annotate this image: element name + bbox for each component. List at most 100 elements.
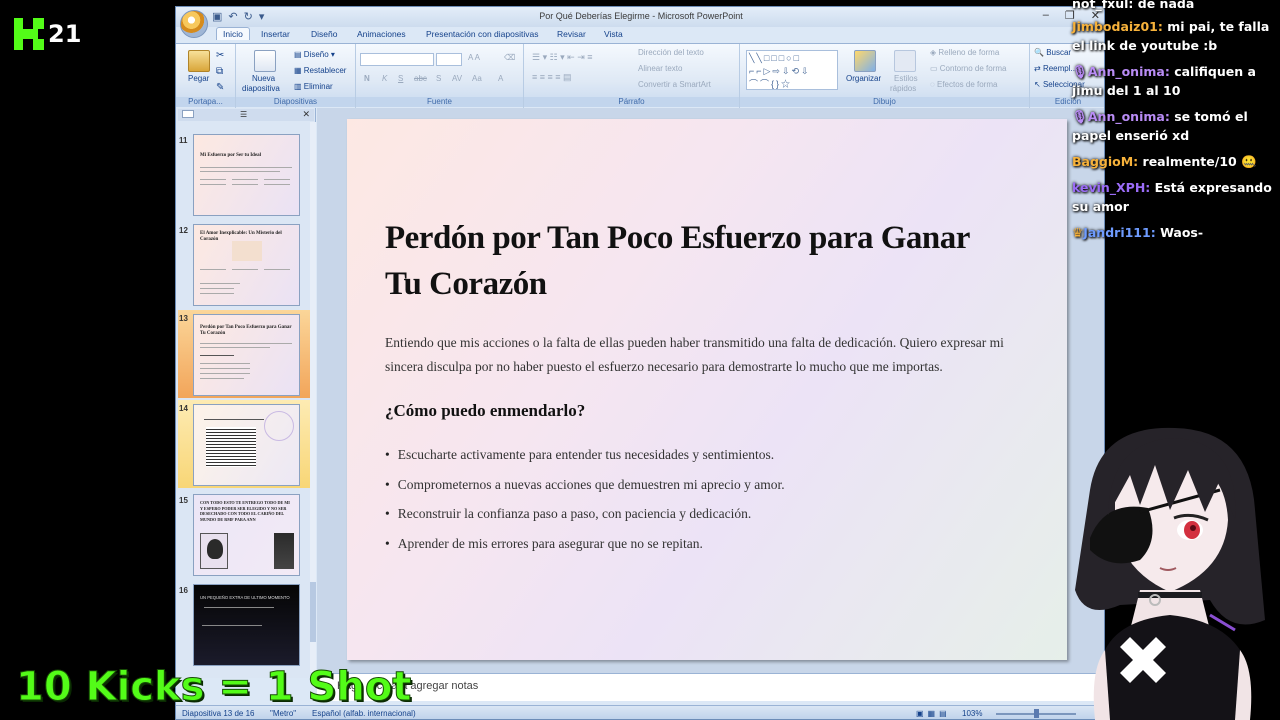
thumb-number: 13 <box>179 314 188 323</box>
quick-styles-label: rápidos <box>890 84 917 93</box>
pane-tabs: ☰ ✕ <box>178 109 314 121</box>
chat-text: realmente/10 🤐 <box>1142 154 1257 169</box>
pane-scrollbar-thumb[interactable] <box>310 582 316 642</box>
current-slide[interactable]: Perdón por Tan Poco Esfuerzo para Ganar … <box>347 119 1067 660</box>
slide-thumbnail[interactable]: El Amor Inexplicable: Un Misterio del Co… <box>193 224 300 306</box>
new-slide-label[interactable]: diapositiva <box>242 84 280 93</box>
new-slide-icon[interactable] <box>254 50 276 72</box>
find-button[interactable]: 🔍 Buscar <box>1034 48 1071 57</box>
bullets-icon[interactable]: ☰ ▾ ☷ ▾ ⇤ ⇥ ≡ <box>532 52 593 63</box>
slide-body[interactable]: Entiendo que mis acciones o la falta de … <box>385 331 1025 379</box>
shape-effects-button[interactable]: ◌ Efectos de forma <box>930 80 997 89</box>
arrange-icon[interactable] <box>854 50 876 72</box>
kicks-overlay-text: 10 Kicks = 1 Shot <box>15 664 412 711</box>
zoom-level[interactable]: 103% <box>962 709 982 718</box>
slide-subtitle[interactable]: ¿Cómo puedo enmendarlo? <box>385 401 585 421</box>
align-icons[interactable]: ≡ ≡ ≡ ≡ ▤ <box>532 72 572 83</box>
quick-styles-button[interactable]: Estilos <box>894 74 918 83</box>
thumb-photo <box>200 533 228 569</box>
view-buttons[interactable]: ▣▦▤ <box>916 709 951 718</box>
delete-button[interactable]: ▥ Eliminar <box>294 82 333 91</box>
new-slide-button[interactable]: Nueva <box>252 74 275 83</box>
minimize-icon[interactable]: – <box>1043 9 1049 22</box>
language-status[interactable]: Español (alfab. internacional) <box>312 709 416 718</box>
tab-presentacion[interactable]: Presentación con diapositivas <box>426 29 538 39</box>
tab-insertar[interactable]: Insertar <box>261 29 290 39</box>
slide-bullet-list[interactable]: Escucharte activamente para entender tus… <box>385 447 785 565</box>
tab-revisar[interactable]: Revisar <box>557 29 586 39</box>
slide-thumbnail[interactable]: UN PEQUEÑO EXTRA DE ULTIMO MOMENTO <box>193 584 300 666</box>
thumb-title: Perdón por Tan Poco Esfuerzo para Ganar … <box>200 325 292 336</box>
chat-text: de nada <box>1137 0 1195 11</box>
thumb-number: 15 <box>179 496 188 505</box>
strike-button[interactable]: abc <box>414 74 427 83</box>
shape-outline-button[interactable]: ▭ Contorno de forma <box>930 64 1006 73</box>
paste-icon[interactable] <box>188 50 210 72</box>
grow-font-icon[interactable]: A A <box>468 53 480 62</box>
group-label-diapositivas: Diapositivas <box>236 97 355 107</box>
bold-button[interactable]: N <box>364 74 370 83</box>
reset-button[interactable]: ▦ Restablecer <box>294 66 346 75</box>
chat-username: Ann_onima: <box>1087 64 1170 79</box>
pane-scrollbar[interactable] <box>310 122 316 672</box>
shape-fill-button[interactable]: ◈ Relleno de forma <box>930 48 999 57</box>
tab-inicio[interactable]: Inicio <box>216 27 250 40</box>
format-painter-icon[interactable]: ✎ <box>216 82 224 93</box>
pane-close-icon[interactable]: ✕ <box>302 109 310 120</box>
chat-message: ♛Jandri111: Waos- <box>1072 223 1278 242</box>
mic-icon: 🎙 <box>1072 64 1088 79</box>
quick-styles-icon[interactable] <box>894 50 916 72</box>
group-label-portapapeles: Portapa... <box>176 97 235 107</box>
shape-outline-label: Contorno de forma <box>939 64 1007 73</box>
layout-button[interactable]: ▤ Diseño ▾ <box>294 50 335 59</box>
group-fuente: A A ⌫ N K S abc S AV Aa A Fuente <box>356 44 524 108</box>
reset-label: Restablecer <box>303 66 347 75</box>
clear-format-icon[interactable]: ⌫ <box>504 53 515 62</box>
find-label: Buscar <box>1046 48 1072 57</box>
italic-button[interactable]: K <box>382 74 387 83</box>
slide-thumbnail[interactable] <box>193 404 300 486</box>
tab-animaciones[interactable]: Animaciones <box>357 29 406 39</box>
slide-thumbnail-selected[interactable]: Perdón por Tan Poco Esfuerzo para Ganar … <box>193 314 300 396</box>
case-button[interactable]: Aa <box>472 74 482 83</box>
theme-name: "Metro" <box>270 709 297 718</box>
office-button[interactable] <box>180 10 208 38</box>
replace-button[interactable]: ⇄ Reempl... <box>1034 64 1077 73</box>
slides-tab-icon[interactable] <box>182 110 194 118</box>
shapes-gallery[interactable]: ╲╲□□□○□ ⌐⌐▷⇨⇩⟲⇩ ⌒⌒{}☆ <box>746 50 838 90</box>
spacing-button[interactable]: AV <box>452 74 462 83</box>
font-color-button[interactable]: A <box>498 74 503 83</box>
chat-username: kevin_XPH: <box>1072 180 1151 195</box>
slide-title[interactable]: Perdón por Tan Poco Esfuerzo para Ganar … <box>385 215 1005 307</box>
shape-effects-label: Efectos de forma <box>936 80 998 89</box>
tab-diseno[interactable]: Diseño <box>311 29 337 39</box>
group-label-parrafo: Párrafo <box>524 97 739 107</box>
chat-username: BaggioM: <box>1072 154 1139 169</box>
notes-pane[interactable]: Haga clic para agregar notas <box>317 673 1104 701</box>
outline-tab-icon[interactable]: ☰ <box>240 110 247 119</box>
bullet-item: Reconstruir la confianza paso a paso, co… <box>385 506 785 536</box>
tab-vista[interactable]: Vista <box>604 29 623 39</box>
paste-button[interactable]: Pegar <box>188 74 209 83</box>
align-text-button[interactable]: Alinear texto <box>638 64 682 73</box>
underline-button[interactable]: S <box>398 74 403 83</box>
shadow-button[interactable]: S <box>436 74 441 83</box>
group-label-dibujo: Dibujo <box>740 97 1029 107</box>
vtuber-avatar <box>1075 427 1265 720</box>
shape-fill-label: Relleno de forma <box>938 48 1000 57</box>
arrange-button[interactable]: Organizar <box>846 74 881 83</box>
cut-icon[interactable]: ✂ <box>216 50 224 61</box>
thumb-title: UN PEQUEÑO EXTRA DE ULTIMO MOMENTO <box>200 595 290 600</box>
group-label-fuente: Fuente <box>356 97 523 107</box>
smartart-button[interactable]: Convertir a SmartArt <box>638 80 711 89</box>
slide-thumbnail[interactable]: Mi Esfuerzo por Ser tu Ideal <box>193 134 300 216</box>
powerpoint-window: ▣ ↶ ↻ ▾ Por Qué Deberías Elegirme - Micr… <box>175 6 1105 720</box>
zoom-slider-knob[interactable] <box>1034 709 1039 718</box>
font-name-field[interactable] <box>360 53 434 66</box>
text-direction-button[interactable]: Dirección del texto <box>638 48 704 57</box>
slide-thumbnail[interactable]: CON TODO ESTO TE ENTREGO TODO DE MI Y ES… <box>193 494 300 576</box>
thumb-character <box>274 533 294 569</box>
font-size-field[interactable] <box>436 53 462 66</box>
copy-icon[interactable]: ⧉ <box>216 66 223 77</box>
chat-message: Jimbodaiz01: mi pai, te falla el link de… <box>1072 17 1278 55</box>
